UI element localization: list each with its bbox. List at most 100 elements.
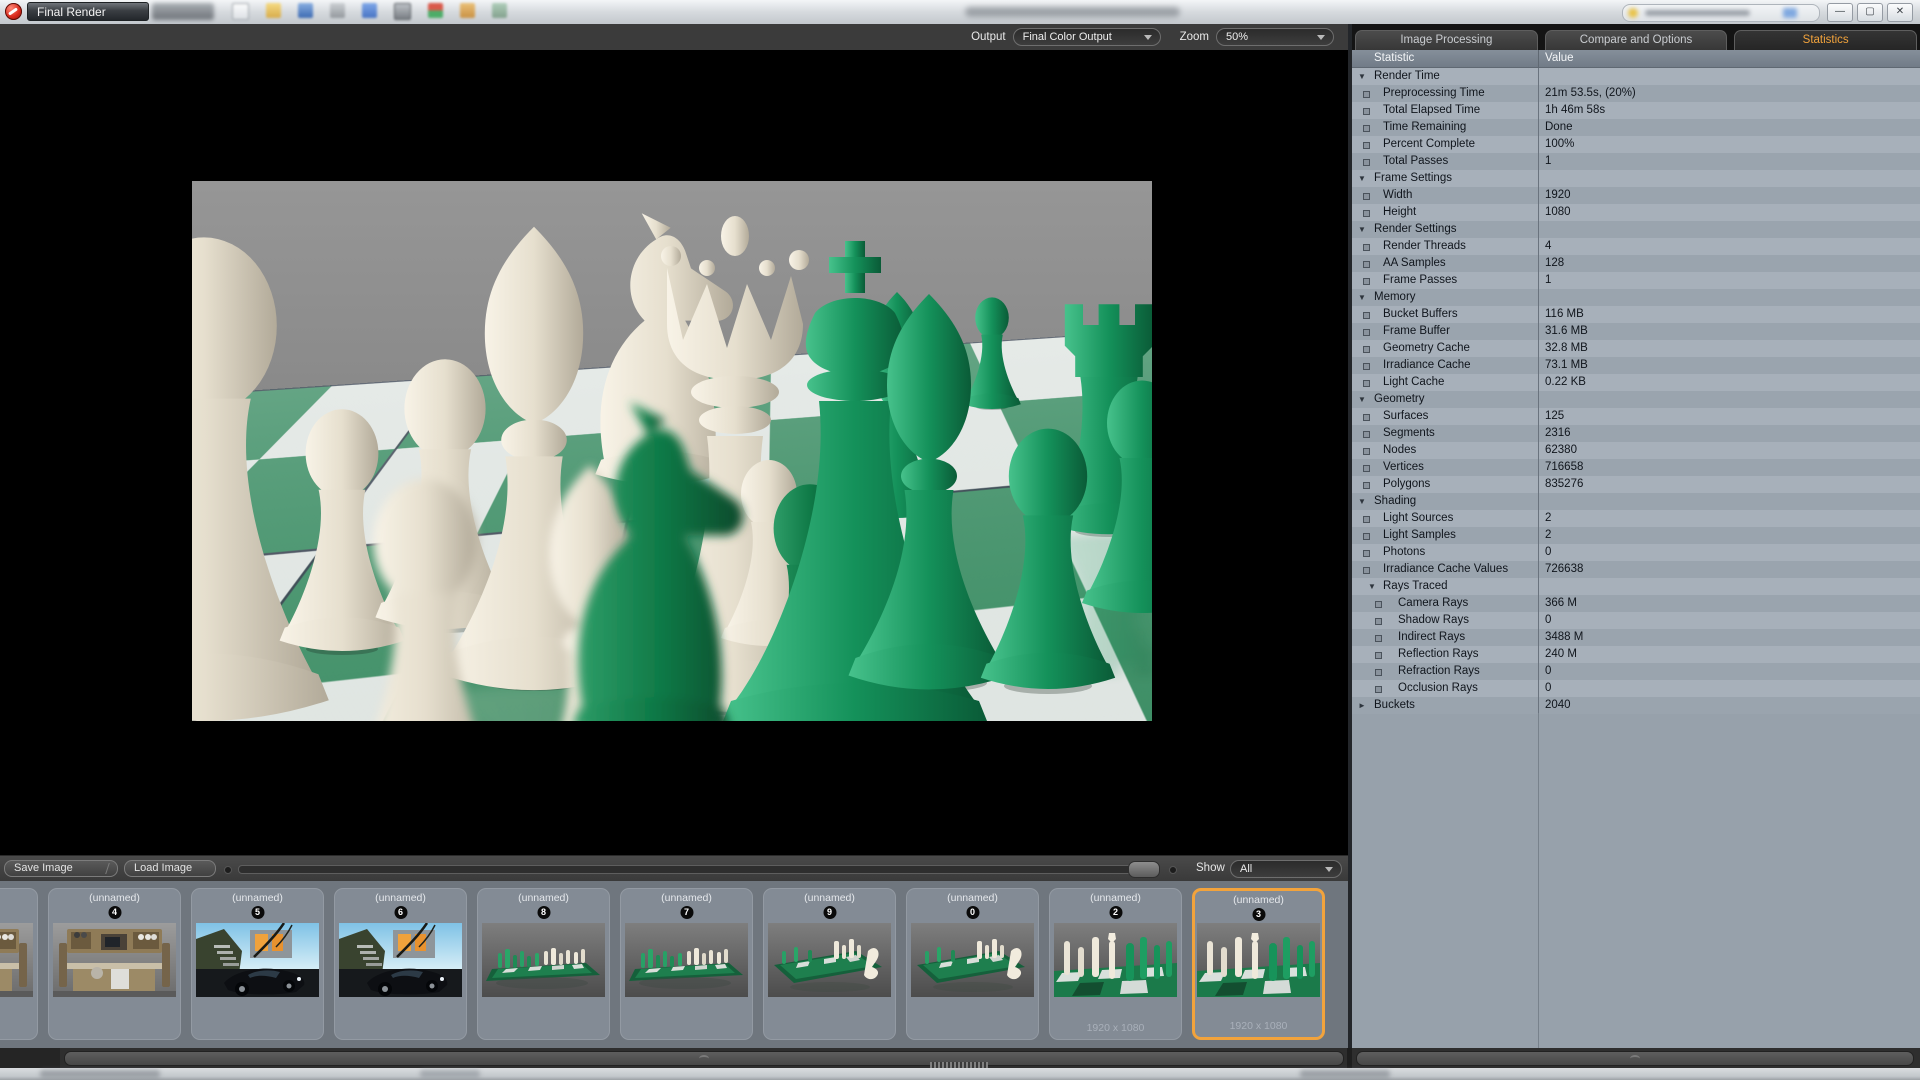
stat-value: 716658 [1538,459,1920,476]
stat-row: Light Cache0.22 KB [1352,374,1920,391]
stat-label: Camera Rays [1398,597,1468,609]
save-icon[interactable] [298,3,313,18]
right-scrollbar-thumb[interactable] [1356,1051,1914,1066]
stat-label: Shading [1374,495,1416,507]
thumbnail-tile-8[interactable]: (unnamed)8 [477,888,610,1040]
stat-value: 73.1 MB [1538,357,1920,374]
print-icon[interactable] [330,3,345,18]
thumbnail-tile-9[interactable]: (unnamed)9 [763,888,896,1040]
triangle-expanded-icon[interactable]: ▼ [1358,493,1366,510]
thumbnail-number-badge: 4 [108,906,121,919]
thumbnail-label: (unnamed) [764,892,895,904]
thumbnail-tile-6[interactable]: (unnamed)6 [334,888,467,1040]
tree-node-icon [1363,125,1370,132]
materials-icon[interactable] [460,3,475,18]
stat-row[interactable]: ▼ Shading [1352,493,1920,510]
stat-label: Frame Settings [1374,172,1452,184]
close-button[interactable]: ✕ [1887,3,1913,22]
stat-row[interactable]: ▼ Frame Settings [1352,170,1920,187]
thumbnail-tile-2[interactable]: (unnamed)21920 x 1080 [1049,888,1182,1040]
layout-icon[interactable] [394,3,411,20]
tree-node-icon [1363,193,1370,200]
triangle-expanded-icon[interactable]: ▼ [1358,289,1366,306]
stat-row[interactable]: ▼Render Time [1352,68,1920,85]
stat-value [1538,578,1920,595]
triangle-expanded-icon[interactable]: ▼ [1358,68,1366,85]
stat-value: 62380 [1538,442,1920,459]
triangle-expanded-icon[interactable]: ▼ [1368,578,1376,595]
triangle-expanded-icon[interactable]: ▼ [1358,170,1366,187]
output-value: Final Color Output [1023,31,1112,43]
stat-row[interactable]: ▼Geometry [1352,391,1920,408]
stat-row: Polygons835276 [1352,476,1920,493]
stat-row[interactable]: ▼Render Settings [1352,221,1920,238]
search-box[interactable] [1622,4,1820,22]
tab-image-processing[interactable]: Image Processing [1355,30,1538,50]
stat-row[interactable]: ▼Rays Traced [1352,578,1920,595]
show-dropdown[interactable]: All [1230,860,1342,878]
zoom-dropdown[interactable]: 50% [1216,28,1334,46]
save-image-button[interactable]: Save Image [4,860,118,877]
stat-row[interactable]: ►Buckets2040 [1352,697,1920,714]
thumbnail-scroll-thumb[interactable] [1128,861,1160,878]
zoom-value: 50% [1226,31,1248,43]
stat-value [1538,170,1920,187]
stat-row: Photons0 [1352,544,1920,561]
stat-label: Frame Passes [1383,274,1457,286]
thumbnail-image-car [196,923,319,997]
share-icon[interactable] [362,3,377,18]
stat-label: Nodes [1383,444,1416,456]
stat-value: 1080 [1538,204,1920,221]
thumbnail-tile-7[interactable]: (unnamed)7 [620,888,753,1040]
stat-value: 32.8 MB [1538,340,1920,357]
stat-value: 835276 [1538,476,1920,493]
tree-node-icon [1363,142,1370,149]
render-icon[interactable] [428,3,443,18]
thumbnail-tile-5[interactable]: (unnamed)5 [191,888,324,1040]
tab-statistics[interactable]: Statistics [1734,30,1917,50]
output-dropdown[interactable]: Final Color Output [1013,28,1161,46]
new-file-icon[interactable] [232,3,249,20]
thumbnail-tile-3[interactable]: (unnamed)31920 x 1080 [1192,888,1325,1040]
stat-value: 0 [1538,612,1920,629]
triangle-expanded-icon[interactable]: ▼ [1358,221,1366,238]
open-file-icon[interactable] [266,3,281,18]
stat-value: 0 [1538,680,1920,697]
stat-value: 100% [1538,136,1920,153]
stat-value: 31.6 MB [1538,323,1920,340]
minimize-button[interactable]: — [1827,3,1853,22]
triangle-collapsed-icon[interactable]: ► [1358,697,1366,714]
window-controls: — ▢ ✕ [1827,3,1913,22]
thumbnail-image-chess-tilt [911,923,1034,997]
viewport-icon[interactable] [492,3,507,18]
left-scrollbar-thumb[interactable] [64,1051,1344,1066]
stat-value: 1920 [1538,187,1920,204]
tab-compare-and-options[interactable]: Compare and Options [1545,30,1728,50]
statistics-rows: ▼Render TimePreprocessing Time21m 53.5s,… [1352,68,1920,714]
stat-row[interactable]: ▼ Memory [1352,289,1920,306]
thumbnail-tile-4[interactable]: (unnamed)4 [48,888,181,1040]
stat-label: Light Samples [1383,529,1456,541]
stat-label: Percent Complete [1383,138,1475,150]
maximize-button[interactable]: ▢ [1857,3,1883,22]
thumbnail-number-badge: 0 [966,906,979,919]
stat-value: 726638 [1538,561,1920,578]
stat-row: Bucket Buffers116 MB [1352,306,1920,323]
triangle-expanded-icon[interactable]: ▼ [1358,391,1366,408]
stat-value: 1h 46m 58s [1538,102,1920,119]
chevron-down-icon [1325,867,1333,872]
thumbnail-scroll-track[interactable] [238,865,1160,874]
render-canvas[interactable] [0,50,1348,855]
search-icon [1628,8,1638,18]
stat-label: Reflection Rays [1398,648,1479,660]
stat-label: Memory [1374,291,1416,303]
stat-row: Render Threads4 [1352,238,1920,255]
stat-row: Time RemainingDone [1352,119,1920,136]
stat-label: Geometry Cache [1383,342,1470,354]
load-image-button[interactable]: Load Image [124,860,216,877]
thumbnail-tile-0[interactable]: (unnamed)0 [906,888,1039,1040]
tree-node-icon [1363,516,1370,523]
tree-node-icon [1363,550,1370,557]
thumbnail-image-chess-close [1197,923,1320,997]
thumbnail-tile[interactable]: (unnamed) [0,888,38,1040]
